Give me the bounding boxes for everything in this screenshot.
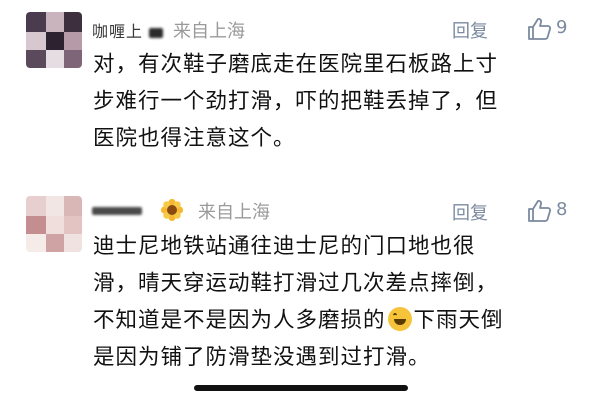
username[interactable]	[92, 200, 142, 219]
thumbs-up-icon	[528, 18, 552, 40]
avatar[interactable]	[26, 196, 82, 252]
reply-button[interactable]: 回复	[452, 199, 488, 225]
comment-line-part: 下雨天倒	[413, 308, 504, 333]
comment-line: 对，有次鞋子磨底走在医院里石板路上寸	[93, 52, 499, 77]
location-label: 来自上海	[173, 21, 245, 42]
home-indicator[interactable]	[194, 385, 408, 391]
username-blur	[149, 27, 164, 38]
sunflower-icon	[160, 198, 184, 222]
reply-button[interactable]: 回复	[452, 17, 488, 43]
comment-text: 对，有次鞋子磨底走在医院里石板路上寸 步难行一个劲打滑，吓的把鞋丢掉了，但 医院…	[93, 46, 588, 157]
avatar[interactable]	[26, 12, 82, 68]
laughing-tears-emoji-icon	[387, 307, 412, 331]
like-count: 9	[556, 17, 568, 38]
comment-text: 迪士尼地铁站通往迪士尼的门口地也很 滑，晴天穿运动鞋打滑过几次差点摔倒， 不知道…	[93, 228, 588, 376]
comment-line: 是因为铺了防滑垫没遇到过打滑。	[93, 345, 431, 370]
thumbs-up-icon	[528, 200, 552, 222]
comment-line: 迪士尼地铁站通往迪士尼的门口地也很	[93, 234, 476, 259]
location-label: 来自上海	[198, 202, 270, 223]
username-blur	[92, 206, 142, 215]
comment-line: 滑，晴天穿运动鞋打滑过几次差点摔倒，	[93, 271, 499, 296]
comment-line: 医院也得注意这个。	[93, 126, 296, 151]
comment-line: 不知道是不是因为人多磨损的 下雨天倒	[93, 302, 588, 339]
comment-line-part: 不知道是不是因为人多磨损的	[93, 308, 386, 333]
username-text: 咖喱上	[92, 22, 144, 41]
comment-line: 步难行一个劲打滑，吓的把鞋丢掉了，但	[93, 89, 499, 114]
username[interactable]: 咖喱上	[92, 18, 164, 42]
like-count: 8	[556, 199, 568, 220]
